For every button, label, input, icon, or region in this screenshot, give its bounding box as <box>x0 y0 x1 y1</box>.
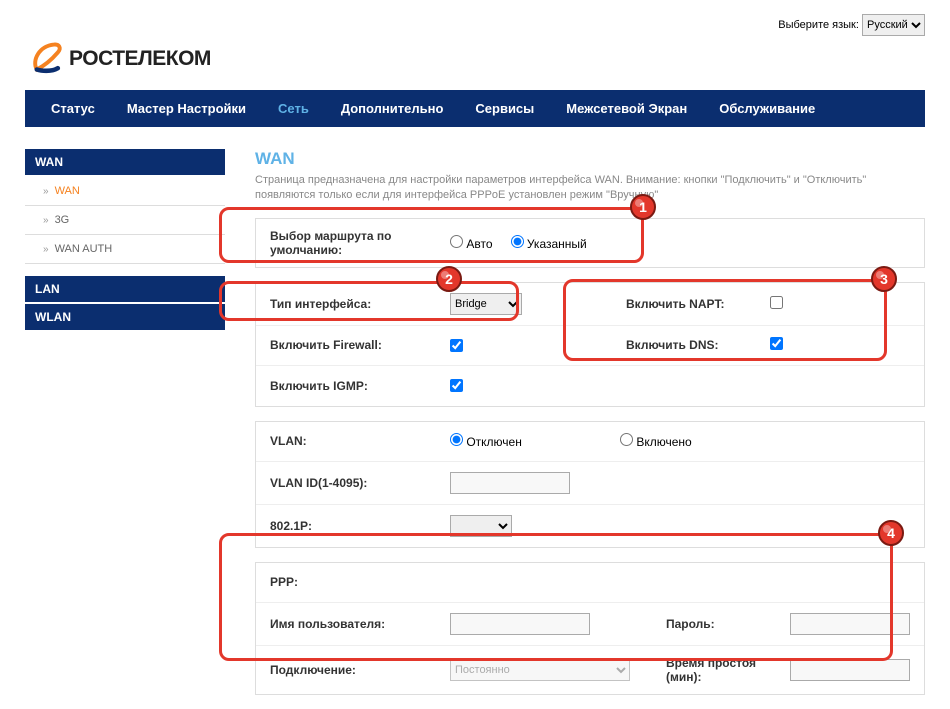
napt-checkbox[interactable] <box>770 296 783 309</box>
p8021-label: 802.1P: <box>256 519 446 533</box>
badge-2: 2 <box>435 265 463 293</box>
nav-services[interactable]: Сервисы <box>459 90 550 127</box>
username-label: Имя пользователя: <box>256 617 446 631</box>
nav-status[interactable]: Статус <box>35 90 111 127</box>
route-specified-radio[interactable] <box>511 235 524 248</box>
vlan-off-option[interactable]: Отключен <box>450 433 522 449</box>
content: WAN Страница предназначена для настройки… <box>225 149 925 709</box>
password-input[interactable] <box>790 613 910 635</box>
nav-network[interactable]: Сеть <box>262 90 325 127</box>
panel-vlan: VLAN: Отключен Включено VLAN ID(1-4095):… <box>255 421 925 548</box>
firewall-label: Включить Firewall: <box>256 338 446 352</box>
napt-label: Включить NAPT: <box>606 297 766 311</box>
idle-input[interactable] <box>790 659 910 681</box>
nav-firewall[interactable]: Межсетевой Экран <box>550 90 703 127</box>
top-nav: Статус Мастер Настройки Сеть Дополнитель… <box>25 90 925 127</box>
badge-1: 1 <box>629 193 657 221</box>
username-input[interactable] <box>450 613 590 635</box>
dns-checkbox[interactable] <box>770 337 783 350</box>
language-select[interactable]: Русский <box>862 14 925 36</box>
p8021-select[interactable] <box>450 515 512 537</box>
panel-default-route: Выбор маршрута по умолчанию: Авто Указан… <box>255 218 925 268</box>
nav-maintenance[interactable]: Обслуживание <box>703 90 831 127</box>
route-specified-option[interactable]: Указанный <box>511 235 587 251</box>
language-label: Выберите язык: <box>778 19 859 31</box>
iface-type-label: Тип интерфейса: <box>256 297 446 311</box>
nav-advanced[interactable]: Дополнительно <box>325 90 460 127</box>
panel-ppp: PPP: Имя пользователя: Пароль: Подключен… <box>255 562 925 695</box>
sidebar-item-wan-auth[interactable]: WAN AUTH <box>25 235 225 264</box>
vlan-on-radio[interactable] <box>620 433 633 446</box>
password-label: Пароль: <box>646 617 786 631</box>
vlan-off-radio[interactable] <box>450 433 463 446</box>
route-auto-option[interactable]: Авто <box>450 235 493 251</box>
vlan-id-label: VLAN ID(1-4095): <box>256 476 446 490</box>
svg-text:3: 3 <box>880 271 888 287</box>
igmp-checkbox[interactable] <box>450 379 463 392</box>
svg-text:4: 4 <box>887 525 895 541</box>
logo: РОСТЕЛЕКОМ <box>25 38 925 90</box>
panel-interface: Тип интерфейса: Bridge Включить NAPT: Вк… <box>255 282 925 407</box>
vlan-id-input[interactable] <box>450 472 570 494</box>
page-description: Страница предназначена для настройки пар… <box>255 173 925 204</box>
iface-type-select[interactable]: Bridge <box>450 293 522 315</box>
nav-wizard[interactable]: Мастер Настройки <box>111 90 262 127</box>
badge-3: 3 <box>870 265 898 293</box>
ppp-label: PPP: <box>256 575 446 589</box>
sidebar-head-wlan[interactable]: WLAN <box>25 304 225 330</box>
connection-label: Подключение: <box>256 663 446 677</box>
default-route-label: Выбор маршрута по умолчанию: <box>256 229 446 257</box>
rostelecom-logo-icon <box>25 38 67 80</box>
firewall-checkbox[interactable] <box>450 339 463 352</box>
igmp-label: Включить IGMP: <box>256 379 446 393</box>
sidebar: WAN WAN 3G WAN AUTH LAN WLAN <box>25 149 225 709</box>
connection-select[interactable]: Постоянно <box>450 659 630 681</box>
vlan-label: VLAN: <box>256 434 446 448</box>
sidebar-head-wan: WAN <box>25 149 225 175</box>
route-auto-radio[interactable] <box>450 235 463 248</box>
language-bar: Выберите язык: Русский <box>25 10 925 38</box>
dns-label: Включить DNS: <box>606 338 766 352</box>
idle-label: Время простоя (мин): <box>646 656 786 684</box>
sidebar-head-lan[interactable]: LAN <box>25 276 225 302</box>
svg-text:2: 2 <box>445 271 453 287</box>
sidebar-item-wan[interactable]: WAN <box>25 177 225 206</box>
brand-text: РОСТЕЛЕКОМ <box>69 47 211 71</box>
page-title: WAN <box>255 149 925 169</box>
sidebar-item-3g[interactable]: 3G <box>25 206 225 235</box>
svg-text:1: 1 <box>639 199 647 215</box>
badge-4: 4 <box>877 519 905 547</box>
vlan-on-option[interactable]: Включено <box>620 433 692 449</box>
